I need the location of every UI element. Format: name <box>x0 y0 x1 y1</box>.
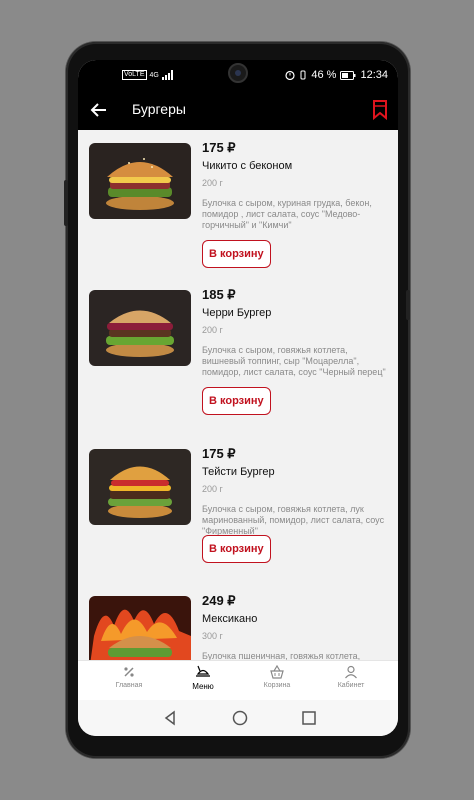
basket-icon <box>270 665 284 679</box>
home-circle-icon[interactable] <box>230 708 250 728</box>
product-card: 175 ₽ Чикито с беконом 200 г Булочка с с… <box>78 130 398 280</box>
product-photo-chikito <box>89 143 191 219</box>
arrow-left-icon[interactable] <box>88 99 110 121</box>
nav-label: Главная <box>115 682 143 689</box>
product-name: Чикито с беконом <box>202 160 293 172</box>
volume-button <box>64 180 68 226</box>
product-price: 175 ₽ <box>202 140 236 155</box>
recents-square-icon[interactable] <box>299 708 319 728</box>
product-weight: 200 г <box>202 484 223 494</box>
product-description: Булочка пшеничная, говяжья котлета, <box>202 651 361 660</box>
alarm-icon <box>285 70 295 80</box>
product-description: Булочка с сыром, говяжья котлета, лук ма… <box>202 504 385 536</box>
nav-label: Корзина <box>263 682 291 689</box>
product-card: 175 ₽ Тейсти Бургер 200 г Булочка с сыро… <box>78 436 398 586</box>
product-price: 185 ₽ <box>202 287 236 302</box>
menu-dish-icon <box>196 665 210 677</box>
product-photo-cherry <box>89 290 191 366</box>
nav-cart[interactable]: Корзина <box>247 665 307 699</box>
product-name: Мексикано <box>202 613 258 625</box>
signal-icon <box>161 70 173 80</box>
screen: VoLTE 4G 46 % 12:34 Бургеры 175 ₽ Чикито… <box>78 60 398 736</box>
volte-badge: VoLTE <box>122 70 147 80</box>
network-type: 4G <box>149 71 159 79</box>
user-icon <box>345 665 357 679</box>
add-to-cart-button[interactable]: В корзину <box>202 240 271 268</box>
product-description: Булочка с сыром, куриная грудка, бекон, … <box>202 198 372 230</box>
back-triangle-icon[interactable] <box>160 708 180 728</box>
product-name: Тейсти Бургер <box>202 466 275 478</box>
product-description: Булочка с сыром, говяжья котлета, вишнев… <box>202 345 386 377</box>
product-weight: 200 г <box>202 325 223 335</box>
product-card: 249 ₽ Мексикано 300 г Булочка пшеничная,… <box>78 583 398 660</box>
battery-icon <box>340 70 356 80</box>
bottom-navigation: Главная Меню Корзина Кабинет <box>78 660 398 700</box>
nav-label: Кабинет <box>337 682 365 689</box>
add-to-cart-button[interactable]: В корзину <box>202 535 271 563</box>
percent-icon <box>124 667 134 677</box>
system-navigation <box>78 700 398 736</box>
nav-home[interactable]: Главная <box>99 665 159 699</box>
vibrate-icon <box>300 70 306 80</box>
product-name: Черри Бургер <box>202 307 272 319</box>
battery-percent: 46 % <box>311 69 337 81</box>
page-title: Бургеры <box>132 101 186 117</box>
product-photo-mexicano <box>89 596 191 660</box>
product-price: 175 ₽ <box>202 446 236 461</box>
nav-menu[interactable]: Меню <box>173 665 233 699</box>
product-price: 249 ₽ <box>202 593 236 608</box>
status-bar: VoLTE 4G 46 % 12:34 <box>78 60 398 90</box>
bookmark-icon[interactable] <box>370 99 390 121</box>
add-to-cart-button[interactable]: В корзину <box>202 387 271 415</box>
product-card: 185 ₽ Черри Бургер 200 г Булочка с сыром… <box>78 277 398 427</box>
power-button <box>406 290 410 320</box>
status-time: 12:34 <box>360 69 388 81</box>
status-right: 46 % 12:34 <box>285 69 388 81</box>
status-left: VoLTE 4G <box>122 70 174 80</box>
product-list[interactable]: 175 ₽ Чикито с беконом 200 г Булочка с с… <box>78 130 398 660</box>
front-camera <box>228 63 248 83</box>
nav-account[interactable]: Кабинет <box>321 665 381 699</box>
product-photo-tasty <box>89 449 191 525</box>
product-weight: 200 г <box>202 178 223 188</box>
product-weight: 300 г <box>202 631 223 641</box>
nav-label: Меню <box>192 682 214 691</box>
app-bar: Бургеры <box>78 90 398 130</box>
